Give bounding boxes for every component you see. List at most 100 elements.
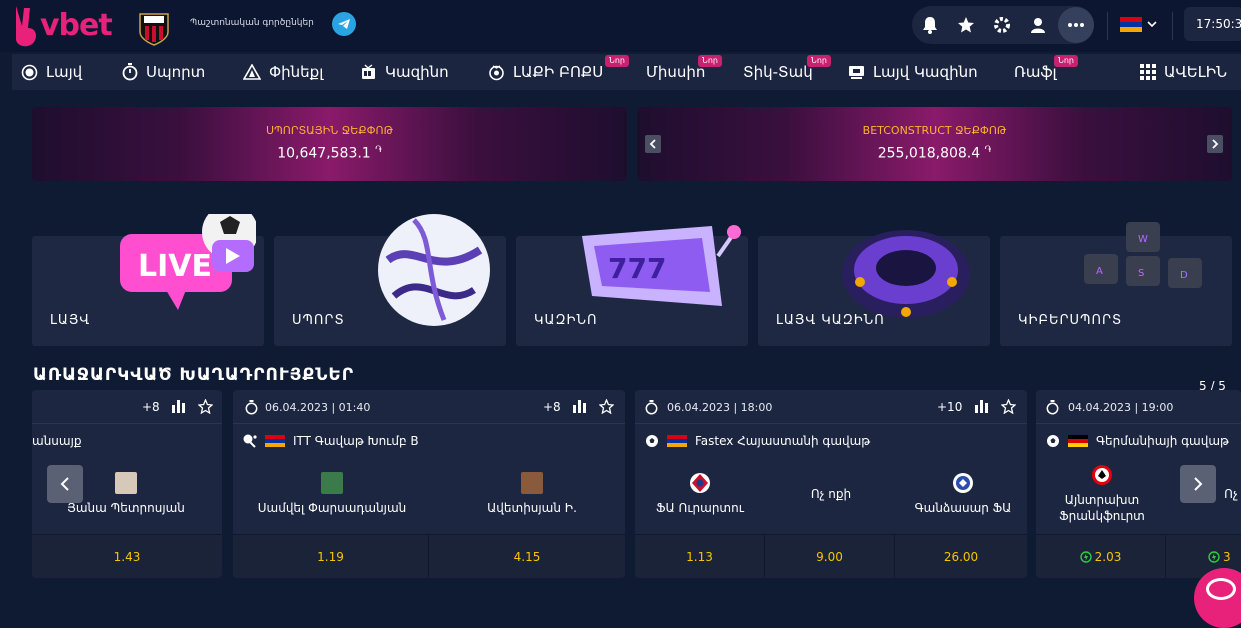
flag-armenia-icon (265, 434, 285, 448)
stats-icon[interactable] (172, 400, 186, 413)
bell-icon[interactable] (912, 6, 948, 44)
gear-icon[interactable] (984, 6, 1020, 44)
svg-text:A: A (1096, 266, 1103, 277)
stats-icon[interactable] (975, 400, 989, 413)
lucky-box-icon (489, 64, 504, 80)
flag-germany-icon (1068, 434, 1088, 448)
category-live[interactable]: LIVE ԼԱՅՎ (32, 214, 264, 346)
team-away: Գանձասար ՖԱ (903, 472, 1023, 516)
jackpot-banner-sport[interactable]: ՍՊՈՐՏԱՅԻՆ ՋԵՔՓՈԹ 10,647,583.1 ֏ (32, 107, 627, 181)
odd-button[interactable]: 1.19 (233, 535, 429, 578)
jackpot-title: BETCONSTRUCT ՋԵՔՓՈԹ (862, 124, 1007, 137)
nav-item-pinnacle[interactable]: Փինեքլ (243, 54, 323, 90)
top-bar: vbet Պաշտոնական գործընկեր 17:50:37 (0, 0, 1241, 52)
competition-name: ITT Գավաթ Խումբ B (243, 434, 419, 448)
odd-button[interactable]: 9.00 (765, 535, 895, 578)
nav-item-label: Տիկ-Տակ (743, 63, 813, 81)
live-icon (21, 64, 38, 80)
telegram-icon[interactable] (332, 12, 356, 36)
victory-hand-logo-icon[interactable] (10, 4, 40, 48)
nav-item-casino[interactable]: Կազինո (360, 54, 449, 90)
divider (1172, 12, 1173, 40)
odd-button[interactable]: 2.03 (1036, 535, 1166, 578)
match-card[interactable]: 06.04.2023 | 01:40 +8 ITT Գավաթ Խումբ B … (233, 390, 625, 578)
nav-item-label: ԼԱՔԻ ԲՈՔՍ (513, 63, 604, 81)
more-markets-count[interactable]: +8 (142, 400, 160, 414)
stopwatch-icon (645, 400, 658, 415)
chat-support-icon[interactable] (1194, 568, 1241, 628)
partner-tagline: Պաշտոնական գործընկեր (190, 18, 314, 28)
nav-item-mission[interactable]: Միսսիո Նոր (646, 54, 722, 90)
card-header: 06.04.2023 | 18:00 +10 (635, 390, 1027, 424)
odd-button[interactable]: 4.15 (429, 535, 625, 578)
odd-button[interactable]: 1.43 (32, 535, 222, 578)
stats-icon[interactable] (573, 400, 587, 413)
favorite-star-icon[interactable] (599, 399, 614, 414)
user-icon[interactable] (1020, 6, 1056, 44)
more-markets-count[interactable]: +8 (543, 400, 561, 414)
nav-item-sport[interactable]: Սպորտ (122, 54, 205, 90)
favorite-star-icon[interactable] (1001, 399, 1016, 414)
draw-label: Ոչ ոքի (810, 487, 852, 501)
nav-item-tik-tak[interactable]: Տիկ-Տակ Նոր (743, 54, 831, 90)
keyboard-keys-icon: W A S D (1084, 222, 1202, 288)
stopwatch-icon (245, 400, 258, 415)
svg-text:W: W (1138, 234, 1148, 245)
chevron-down-icon[interactable] (1146, 18, 1158, 30)
club-crest-icon (953, 473, 973, 493)
chevron-left-icon (60, 477, 69, 491)
more-markets-count[interactable]: +10 (937, 400, 962, 414)
chevron-right-icon[interactable] (1207, 135, 1223, 153)
casino-icon (362, 63, 375, 79)
carousel-prev-button[interactable] (47, 465, 83, 503)
jackpot-banner-betconstruct[interactable]: BETCONSTRUCT ՋԵՔՓՈԹ 255,018,808.4 ֏ (637, 107, 1232, 181)
ogc-nice-crest-icon (139, 13, 169, 46)
odds-row: 1.43 (32, 534, 222, 578)
nav-item-lucky-box[interactable]: ԼԱՔԻ ԲՈՔՍ Նոր (488, 54, 629, 90)
odd-button[interactable]: 1.13 (635, 535, 765, 578)
card-header: 04.04.2023 | 19:00 (1036, 390, 1241, 424)
nav-item-raffle[interactable]: Ռաֆլ Նոր (1014, 54, 1078, 90)
live-casino-icon (849, 65, 864, 79)
chevron-left-icon[interactable] (645, 135, 661, 153)
odds-row: 1.19 4.15 (233, 534, 625, 578)
boost-icon (1208, 551, 1220, 563)
favorite-star-icon[interactable] (198, 399, 213, 414)
section-title: ԱՌԱՋԱՐԿՎԱԾ ԽԱՂԱԴՐՈՒՅՔՆԵՐ (33, 365, 355, 385)
flag-armenia-icon (667, 434, 687, 448)
competition-name: Գերմանիայի գավաթ (1046, 434, 1229, 448)
flag-armenia-icon[interactable] (1120, 17, 1142, 32)
category-sport[interactable]: ՍՊՈՐՏ (274, 214, 506, 346)
category-casino[interactable]: 777 ԿԱԶԻՆՈ (516, 225, 748, 346)
nav-item-more[interactable]: ԱՎԵԼԻՆ (1140, 54, 1227, 90)
team-home: Այնտրախտ Ֆրանկֆուրտ (1040, 464, 1164, 524)
boost-icon (1079, 551, 1092, 563)
team-away: Ոչ (1224, 487, 1238, 501)
category-live-casino[interactable]: ԼԱՅՎ ԿԱԶԻՆՈ (758, 230, 990, 346)
nav-item-live[interactable]: Լայվ (21, 54, 82, 90)
nav-item-label: Լայվ (46, 63, 83, 81)
grid-icon (1140, 64, 1156, 80)
main-nav: Լայվ Սպորտ Փինեքլ Կազինո ԼԱՔԻ ԲՈՔՍ Նոր Մ… (12, 54, 1241, 90)
chevron-right-icon (1194, 477, 1203, 491)
vbet-logo[interactable]: vbet (40, 8, 113, 43)
category-esport[interactable]: W A S D ԿԻԲԵՐՍՊՈՐՏ (1000, 222, 1232, 346)
odd-button[interactable]: 26.00 (895, 535, 1027, 578)
nav-item-label: Միսսիո (646, 63, 706, 81)
more-icon[interactable] (1058, 7, 1094, 43)
new-badge: Նոր (698, 55, 722, 67)
user-toolbar (912, 6, 1094, 44)
competition-name: Fastex Հայաստանի գավաթ (645, 434, 870, 448)
soccer-ball-icon (646, 435, 658, 447)
player-avatar (321, 472, 343, 494)
soccer-ball-icon (1047, 435, 1059, 447)
new-badge: Նոր (807, 55, 831, 67)
match-card[interactable]: 06.04.2023 | 18:00 +10 Fastex Հայաստանի … (635, 390, 1027, 578)
live-badge-icon: LIVE (120, 214, 256, 310)
star-icon[interactable] (948, 6, 984, 44)
nav-item-live-casino[interactable]: Լայվ Կազինո (848, 54, 978, 90)
card-header: +8 (32, 390, 222, 424)
carousel-next-button[interactable] (1180, 465, 1216, 503)
category-label: ԿԻԲԵՐՍՊՈՐՏ (1018, 313, 1123, 328)
clock: 17:50:37 (1184, 7, 1241, 41)
